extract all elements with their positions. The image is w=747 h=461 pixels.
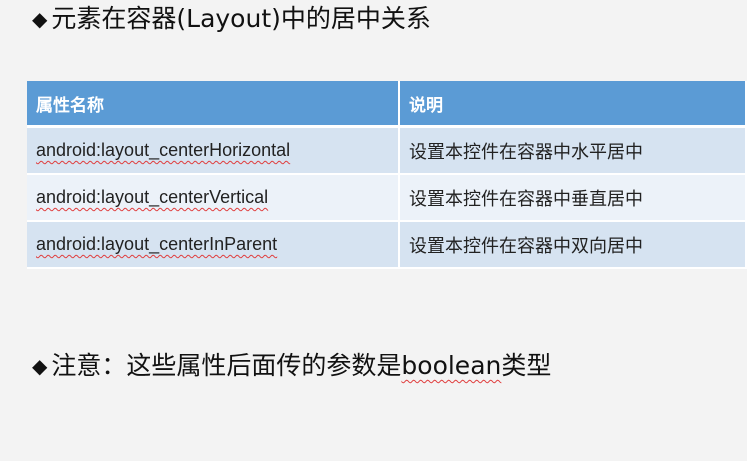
note-line: ◆ 注意：这些属性后面传的参数是 boolean 类型 <box>32 349 551 383</box>
attribute-name: android:layout_centerHorizontal <box>36 140 291 160</box>
attribute-name-cell: android:layout_centerHorizontal <box>27 126 400 175</box>
diamond-bullet-icon: ◆ <box>32 354 48 378</box>
table-row: android:layout_centerInParent 设置本控件在容器中双… <box>27 221 747 269</box>
description-cell: 设置本控件在容器中垂直居中 <box>399 174 747 222</box>
table-row: android:layout_centerHorizontal 设置本控件在容器… <box>27 126 747 175</box>
column-header-attribute-name: 属性名称 <box>27 81 400 128</box>
description-cell: 设置本控件在容器中双向居中 <box>399 221 747 269</box>
table-header-row: 属性名称 说明 <box>27 81 747 128</box>
note-suffix: 类型 <box>501 351 552 380</box>
table-row: android:layout_centerVertical 设置本控件在容器中垂… <box>27 174 747 222</box>
note-keyword: boolean <box>401 351 502 380</box>
note-prefix: 注意：这些属性后面传的参数是 <box>51 351 402 380</box>
column-header-description: 说明 <box>399 81 747 128</box>
description-cell: 设置本控件在容器中水平居中 <box>399 126 747 175</box>
attribute-name-cell: android:layout_centerInParent <box>27 221 400 269</box>
attribute-name: android:layout_centerVertical <box>36 187 269 207</box>
attribute-name-cell: android:layout_centerVertical <box>27 174 400 222</box>
diamond-bullet-icon: ◆ <box>32 7 48 31</box>
properties-table: 属性名称 说明 android:layout_centerHorizontal … <box>27 81 747 269</box>
section-heading: ◆ 元素在容器(Layout)中的居中关系 <box>32 2 431 36</box>
attribute-name: android:layout_centerInParent <box>36 234 278 254</box>
heading-text: 元素在容器(Layout)中的居中关系 <box>51 4 431 33</box>
